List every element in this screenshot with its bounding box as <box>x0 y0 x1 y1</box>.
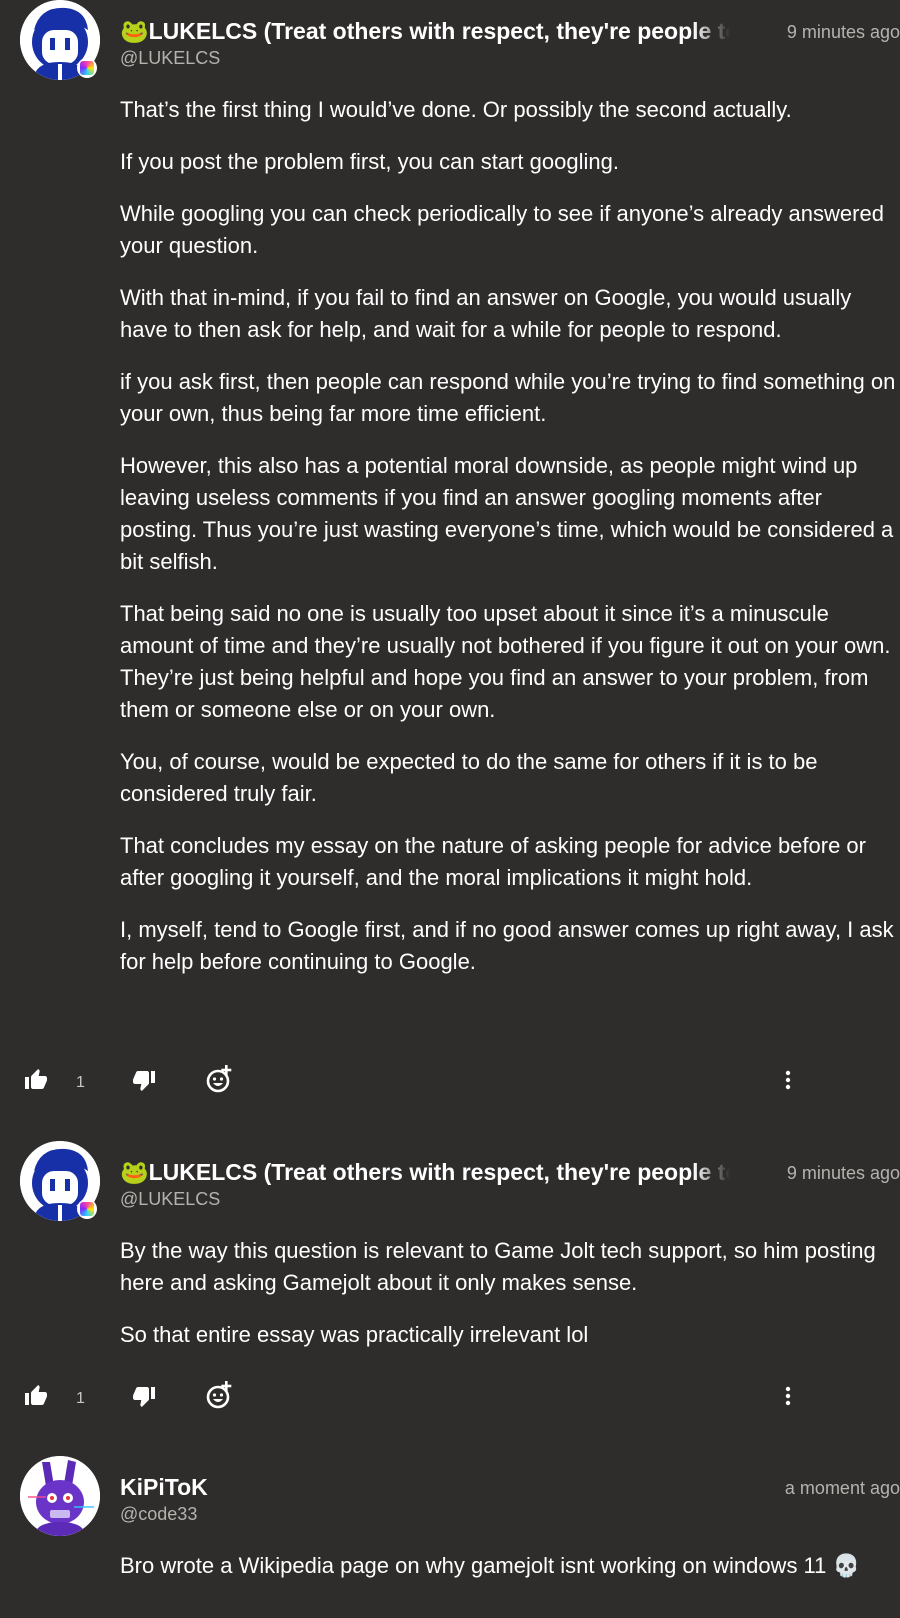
thumbs-up-icon <box>25 1385 47 1405</box>
add-reaction-icon <box>206 1381 232 1409</box>
more-options-icon <box>785 1070 791 1090</box>
more-options-button[interactable] <box>776 1384 800 1408</box>
comment: KiPiToK @code33 a moment ago Bro wrote a… <box>0 1456 900 1602</box>
author-handle[interactable]: @LUKELCS <box>120 1189 220 1210</box>
paragraph: That’s the first thing I would’ve done. … <box>120 97 792 122</box>
paragraph: Bro wrote a Wikipedia page on why gamejo… <box>120 1553 860 1578</box>
comment-body: By the way this question is relevant to … <box>120 1235 900 1351</box>
avatar-image <box>20 1456 100 1536</box>
paragraph: You, of course, would be expected to do … <box>120 749 818 806</box>
comment: 🐸LUKELCS (Treat others with respect, the… <box>0 1141 900 1371</box>
author-handle[interactable]: @code33 <box>120 1504 197 1525</box>
paragraph: I, myself, tend to Google first, and if … <box>120 917 894 974</box>
comment-actions: 1 <box>20 1380 800 1420</box>
dislike-button[interactable] <box>132 1384 156 1408</box>
paragraph: That concludes my essay on the nature of… <box>120 833 866 890</box>
paragraph: That being said no one is usually too up… <box>120 601 891 722</box>
comment-actions: 1 <box>20 1064 800 1104</box>
paragraph: if you ask first, then people can respon… <box>120 369 896 426</box>
more-options-button[interactable] <box>776 1068 800 1092</box>
comment-body: Bro wrote a Wikipedia page on why gamejo… <box>120 1550 900 1582</box>
thumbs-up-icon <box>25 1069 47 1089</box>
like-count: 1 <box>76 1074 85 1091</box>
paragraph: While googling you can check periodicall… <box>120 201 884 258</box>
like-count: 1 <box>76 1390 85 1407</box>
like-button[interactable] <box>24 1384 48 1408</box>
verified-badge-icon <box>77 1199 97 1219</box>
author-name[interactable]: KiPiToK <box>120 1474 730 1501</box>
thumbs-down-icon <box>133 1071 155 1091</box>
add-reaction-button[interactable] <box>205 1064 235 1094</box>
paragraph: With that in-mind, if you fail to find a… <box>120 285 852 342</box>
author-name[interactable]: 🐸LUKELCS (Treat others with respect, the… <box>120 18 730 45</box>
thumbs-down-icon <box>133 1387 155 1407</box>
paragraph: So that entire essay was practically irr… <box>120 1322 589 1347</box>
comment: 🐸LUKELCS (Treat others with respect, the… <box>0 0 900 998</box>
paragraph: If you post the problem first, you can s… <box>120 149 619 174</box>
author-name[interactable]: 🐸LUKELCS (Treat others with respect, the… <box>120 1159 730 1186</box>
verified-badge-icon <box>77 58 97 78</box>
add-reaction-button[interactable] <box>205 1380 235 1410</box>
timestamp[interactable]: 9 minutes ago <box>787 1163 900 1184</box>
comment-body: That’s the first thing I would’ve done. … <box>120 94 900 978</box>
paragraph: However, this also has a potential moral… <box>120 453 894 574</box>
dislike-button[interactable] <box>132 1068 156 1092</box>
timestamp[interactable]: a moment ago <box>785 1478 900 1499</box>
author-handle[interactable]: @LUKELCS <box>120 48 220 69</box>
add-reaction-icon <box>206 1065 232 1093</box>
avatar[interactable] <box>20 1456 100 1536</box>
more-options-icon <box>785 1386 791 1406</box>
paragraph: By the way this question is relevant to … <box>120 1238 876 1295</box>
timestamp[interactable]: 9 minutes ago <box>787 22 900 43</box>
like-button[interactable] <box>24 1068 48 1092</box>
